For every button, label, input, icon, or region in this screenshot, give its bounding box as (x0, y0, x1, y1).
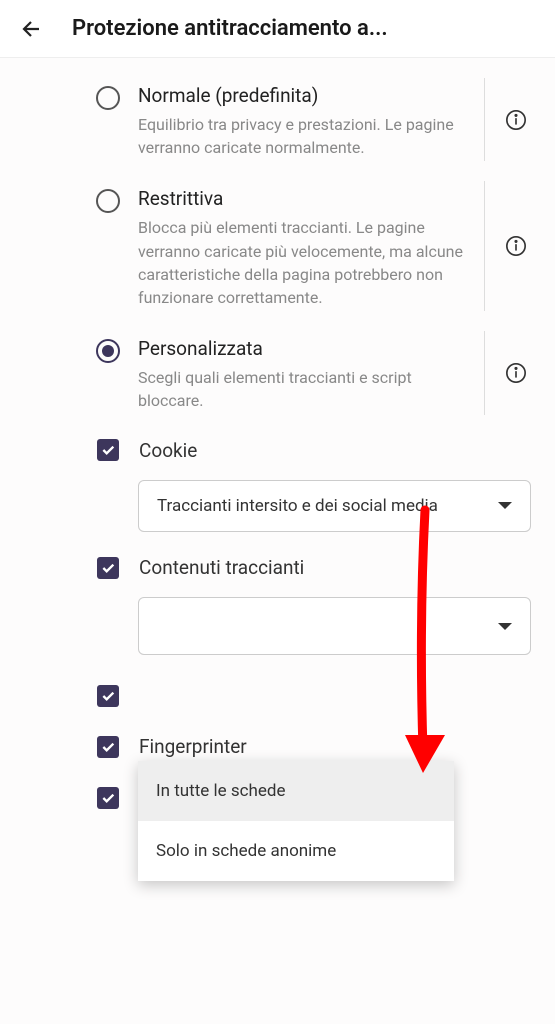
option-strict[interactable]: Restrittiva Blocca più elementi traccian… (0, 171, 555, 321)
page-header: Protezione antitracciamento a... (0, 0, 555, 58)
check-icon (100, 739, 116, 755)
settings-content: Normale (predefinita) Equilibrio tra pri… (0, 58, 555, 833)
divider (484, 78, 485, 161)
option-strict-desc: Blocca più elementi traccianti. Le pagin… (138, 216, 477, 309)
dropdown-cookie-value: Traccianti intersito e dei social media (157, 495, 450, 518)
radio-normal[interactable] (96, 86, 120, 110)
radio-strict[interactable] (96, 189, 120, 213)
page-title: Protezione antitracciamento a... (72, 16, 388, 41)
option-normal[interactable]: Normale (predefinita) Equilibrio tra pri… (0, 68, 555, 171)
check-icon (100, 560, 116, 576)
info-icon[interactable] (505, 362, 527, 384)
check-icon (100, 688, 116, 704)
divider (484, 331, 485, 414)
checkbox-row-tracking[interactable]: Contenuti traccianti (0, 542, 555, 593)
checkbox-row-hidden[interactable] (0, 665, 555, 721)
back-arrow-icon[interactable] (20, 17, 44, 41)
info-icon[interactable] (505, 235, 527, 257)
option-custom-text: Personalizzata Scegli quali elementi tra… (138, 337, 535, 412)
option-strict-title: Restrittiva (138, 187, 477, 210)
option-custom-desc: Scegli quali elementi traccianti e scrip… (138, 366, 477, 412)
dropdown-item-private-only[interactable]: Solo in schede anonime (138, 821, 454, 881)
checkbox-redirect[interactable] (97, 787, 119, 809)
check-icon (100, 442, 116, 458)
caret-down-icon (498, 502, 512, 509)
option-custom-title: Personalizzata (138, 337, 477, 360)
dropdown-item-all-tabs[interactable]: In tutte le schede (138, 761, 454, 821)
divider (484, 181, 485, 311)
checkbox-tracking[interactable] (97, 557, 119, 579)
option-normal-title: Normale (predefinita) (138, 84, 477, 107)
option-normal-desc: Equilibrio tra privacy e prestazioni. Le… (138, 113, 477, 159)
option-custom[interactable]: Personalizzata Scegli quali elementi tra… (0, 321, 555, 424)
dropdown-popup-tracking: In tutte le schede Solo in schede anonim… (138, 761, 454, 881)
checkbox-row-cookie[interactable]: Cookie (0, 425, 555, 476)
checkbox-cookie-label: Cookie (139, 439, 197, 462)
checkbox-fingerprinter[interactable] (97, 736, 119, 758)
info-icon[interactable] (505, 109, 527, 131)
radio-custom[interactable] (96, 339, 120, 363)
checkbox-fingerprinter-label: Fingerprinter (139, 735, 247, 758)
option-normal-text: Normale (predefinita) Equilibrio tra pri… (138, 84, 535, 159)
checkbox-tracking-label: Contenuti traccianti (139, 556, 304, 579)
check-icon (100, 790, 116, 806)
checkbox-cookie[interactable] (97, 439, 119, 461)
caret-down-icon (498, 623, 512, 630)
option-strict-text: Restrittiva Blocca più elementi traccian… (138, 187, 535, 309)
dropdown-cookie[interactable]: Traccianti intersito e dei social media (138, 480, 531, 533)
checkbox-hidden[interactable] (97, 685, 119, 707)
dropdown-tracking[interactable] (138, 597, 531, 655)
